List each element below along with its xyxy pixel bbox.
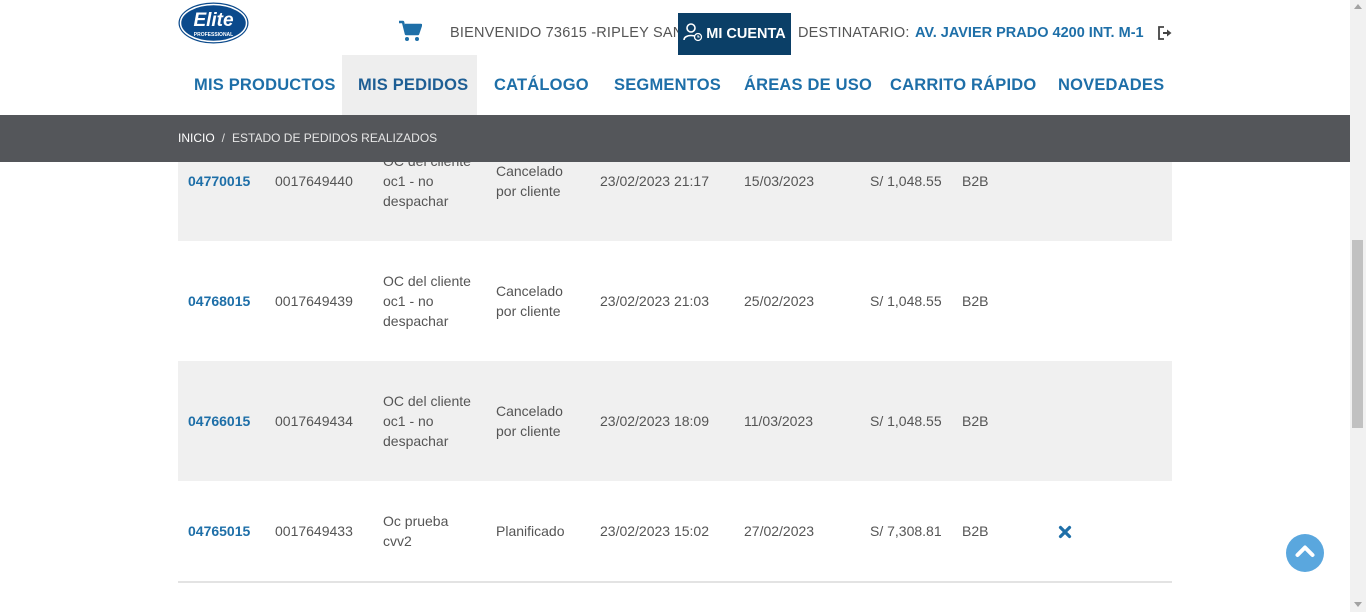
scroll-down-arrow[interactable] [1354, 602, 1362, 607]
breadcrumb: INICIO / ESTADO DE PEDIDOS REALIZADOS [178, 131, 437, 145]
order-oc: 0017649433 [275, 523, 353, 539]
nav-catalogo[interactable]: CATÁLOGO [477, 55, 597, 115]
table-row: 04768015 0017649439 OC del cliente oc1 -… [178, 241, 1172, 361]
close-icon[interactable] [1058, 524, 1072, 539]
user-icon [683, 22, 703, 46]
welcome-text: BIENVENIDO 73615 -RIPLEY SAN [450, 25, 684, 41]
scroll-up-arrow[interactable] [1354, 4, 1362, 9]
order-description-line: oc1 - no [383, 293, 434, 309]
order-delivery-date: 27/02/2023 [744, 523, 815, 539]
recipient-address-link[interactable]: AV. JAVIER PRADO 4200 INT. M-1 [915, 25, 1144, 41]
nav-mis-pedidos[interactable]: MIS PEDIDOS [342, 55, 477, 115]
order-status: Cancelado por cliente [496, 281, 586, 321]
scroll-to-top-button[interactable] [1286, 534, 1324, 572]
order-status-line: por cliente [496, 423, 561, 439]
order-delivery-date: 25/02/2023 [744, 293, 815, 309]
order-description: OC del cliente oc1 - no despachar [383, 271, 483, 331]
brand-logo[interactable]: Elite PROFESSIONAL [178, 2, 249, 44]
logo-text: Elite [193, 10, 234, 31]
order-delivery-date: 11/03/2023 [744, 413, 814, 429]
scrollbar-thumb[interactable] [1352, 240, 1363, 428]
order-type: B2B [962, 293, 989, 309]
recipient-label: DESTINATARIO: [798, 25, 910, 41]
order-description-line: OC del cliente [383, 273, 471, 289]
chevron-up-icon [1295, 544, 1315, 563]
order-description-line: despachar [383, 193, 449, 209]
my-account-label: MI CUENTA [706, 26, 786, 42]
nav-areas-de-uso[interactable]: ÁREAS DE USO [727, 55, 873, 115]
order-description: Oc prueba cvv2 [383, 511, 483, 551]
order-status-line: Cancelado [496, 403, 563, 419]
order-oc: 0017649440 [275, 173, 353, 189]
order-date: 23/02/2023 18:09 [600, 413, 709, 429]
order-date: 23/02/2023 21:17 [600, 173, 709, 189]
breadcrumb-separator: / [221, 131, 226, 145]
nav-novedades[interactable]: NOVEDADES [1041, 55, 1164, 115]
breadcrumb-bar: INICIO / ESTADO DE PEDIDOS REALIZADOS [0, 115, 1350, 162]
order-description-line: cvv2 [383, 533, 412, 549]
nav-mis-productos[interactable]: MIS PRODUCTOS [178, 55, 342, 115]
order-description-line: oc1 - no [383, 413, 434, 429]
order-description-line: Oc prueba [383, 513, 449, 529]
nav-carrito-rapido[interactable]: CARRITO RÁPIDO [873, 55, 1041, 115]
order-delivery-date: 15/03/2023 [744, 173, 815, 189]
my-account-button[interactable]: MI CUENTA [678, 13, 791, 55]
breadcrumb-current: ESTADO DE PEDIDOS REALIZADOS [232, 131, 438, 145]
order-type: B2B [962, 173, 989, 189]
table-row: 04765015 0017649433 Oc prueba cvv2 Plani… [178, 481, 1172, 583]
main-nav: MIS PRODUCTOS MIS PEDIDOS CATÁLOGO SEGME… [178, 55, 1164, 115]
order-number-link[interactable]: 04766015 [188, 411, 250, 431]
order-description-line: OC del cliente [383, 393, 471, 409]
order-number-link[interactable]: 04765015 [188, 521, 250, 541]
order-oc: 0017649434 [275, 413, 353, 429]
order-description-line: despachar [383, 433, 449, 449]
order-date: 23/02/2023 21:03 [600, 293, 709, 309]
nav-segmentos[interactable]: SEGMENTOS [597, 55, 727, 115]
cart-icon[interactable] [398, 20, 423, 42]
table-row: 04766015 0017649434 OC del cliente oc1 -… [178, 361, 1172, 481]
order-amount: S/ 1,048.55 [870, 293, 942, 309]
site-header: Elite PROFESSIONAL BIENVENIDO 73615 -RIP… [0, 0, 1350, 115]
order-amount: S/ 7,308.81 [870, 523, 942, 539]
order-description-line: despachar [383, 313, 449, 329]
order-status-line: por cliente [496, 183, 561, 199]
order-amount: S/ 1,048.55 [870, 173, 942, 189]
order-type: B2B [962, 523, 989, 539]
order-number-link[interactable]: 04770015 [188, 171, 250, 191]
order-status: Cancelado por cliente [496, 161, 586, 201]
order-status: Cancelado por cliente [496, 401, 586, 441]
order-status-line: por cliente [496, 303, 561, 319]
order-status-line: Cancelado [496, 163, 563, 179]
order-amount: S/ 1,048.55 [870, 413, 942, 429]
orders-table: 04770015 0017649440 OC del cliente oc1 -… [178, 121, 1172, 583]
order-type: B2B [962, 413, 989, 429]
order-status-line: Cancelado [496, 283, 563, 299]
order-oc: 0017649439 [275, 293, 353, 309]
order-description-line: oc1 - no [383, 173, 434, 189]
order-description: OC del cliente oc1 - no despachar [383, 391, 483, 451]
logout-icon[interactable] [1157, 26, 1173, 40]
order-status: Planificado [496, 521, 586, 541]
order-date: 23/02/2023 15:02 [600, 523, 709, 539]
breadcrumb-home-link[interactable]: INICIO [178, 131, 215, 145]
logo-subtext: PROFESSIONAL [194, 32, 233, 38]
order-status-line: Planificado [496, 523, 565, 539]
order-number-link[interactable]: 04768015 [188, 291, 250, 311]
